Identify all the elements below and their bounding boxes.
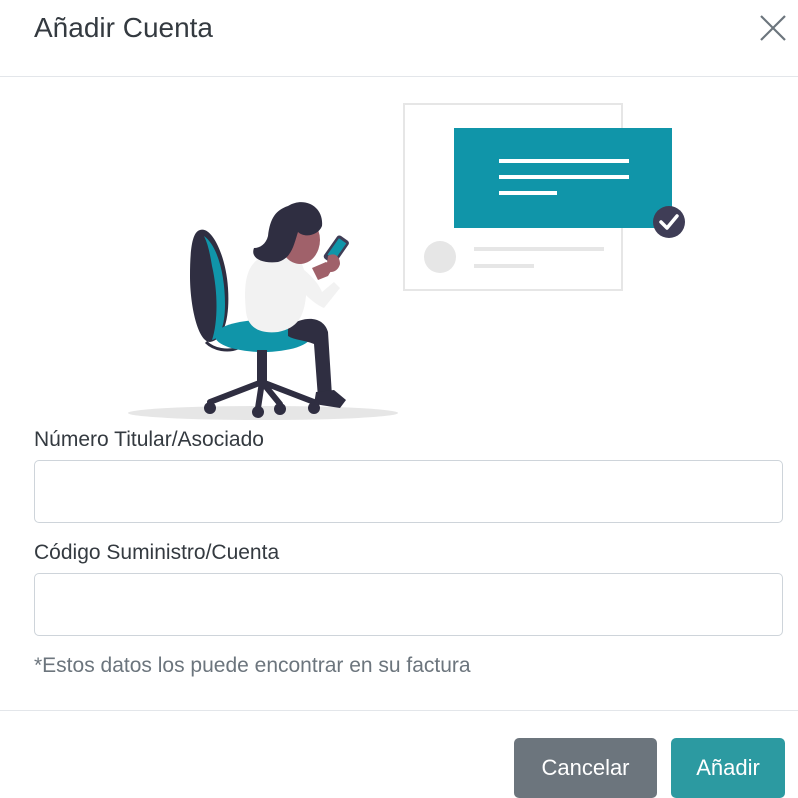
footer-divider (0, 710, 798, 711)
holder-number-label: Número Titular/Asociado (34, 428, 264, 451)
message-line (499, 175, 629, 179)
modal-header: Añadir Cuenta (0, 0, 798, 77)
close-icon (760, 15, 786, 41)
message-line (499, 191, 557, 195)
cancel-button[interactable]: Cancelar (514, 738, 657, 798)
card-line (474, 264, 534, 268)
card-avatar-circle (424, 241, 456, 273)
card-line (474, 247, 604, 251)
check-badge-icon (653, 206, 685, 238)
modal-title: Añadir Cuenta (34, 12, 214, 43)
supply-code-label: Código Suministro/Cuenta (34, 541, 280, 564)
close-button[interactable] (752, 10, 792, 50)
holder-number-input[interactable] (34, 460, 783, 523)
help-text: *Estos datos los puede encontrar en su f… (34, 654, 471, 677)
supply-code-input[interactable] (34, 573, 783, 636)
person-on-phone-illustration (128, 103, 685, 420)
message-line (499, 159, 629, 163)
add-button[interactable]: Añadir (671, 738, 785, 798)
